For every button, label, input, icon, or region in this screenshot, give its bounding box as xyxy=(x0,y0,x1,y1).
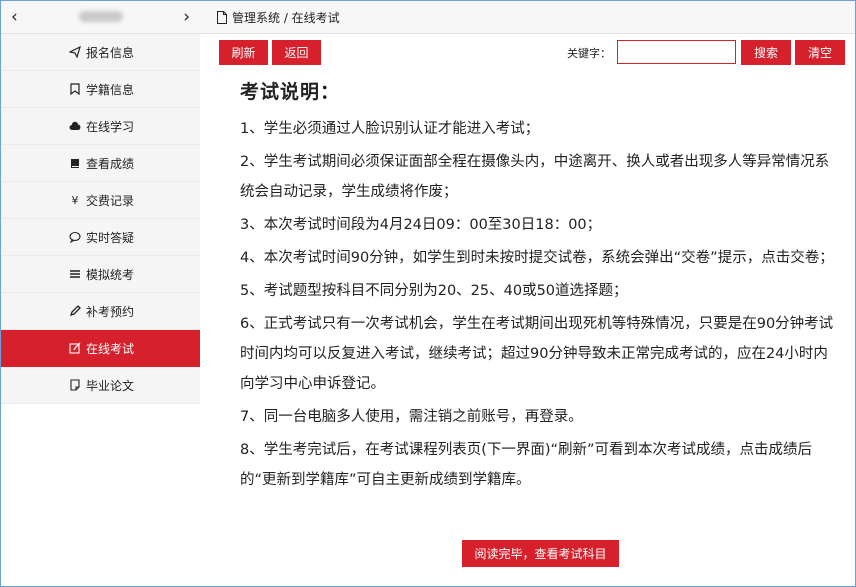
book-icon xyxy=(69,157,81,169)
cloud-icon xyxy=(69,120,81,132)
sidebar-item-registration[interactable]: 报名信息 xyxy=(1,34,200,71)
chevron-left-icon[interactable]: ‹ xyxy=(11,7,18,27)
list-icon xyxy=(69,268,81,280)
sidebar-item-student-status[interactable]: 学籍信息 xyxy=(1,71,200,108)
sidebar-item-online-exam[interactable]: 在线考试 xyxy=(1,330,200,367)
keyword-label: 关键字： xyxy=(567,47,611,60)
toolbar: 刷新 返回 关键字： 搜索 清空 xyxy=(200,34,855,66)
chevron-right-icon[interactable]: › xyxy=(183,7,190,27)
paper-plane-icon xyxy=(69,46,81,58)
breadcrumb: 管理系统 / 在线考试 xyxy=(200,1,855,34)
clear-button[interactable]: 清空 xyxy=(795,40,845,65)
instructions-title: 考试说明： xyxy=(240,81,341,103)
main-panel: 管理系统 / 在线考试 刷新 返回 关键字： 搜索 清空 考试说明： 1、学生必… xyxy=(200,1,855,586)
instruction-item: 1、学生必须通过人脸识别认证才能进入考试； xyxy=(240,121,540,137)
sidebar: ‹ › 报名信息 学籍信息 在线学习 查看成绩 ¥ 交费记录 实时答疑 模拟统考… xyxy=(1,1,200,586)
search-button[interactable]: 搜索 xyxy=(741,40,791,65)
sidebar-item-payment-records[interactable]: ¥ 交费记录 xyxy=(1,182,200,219)
sidebar-item-live-qa[interactable]: 实时答疑 xyxy=(1,219,200,256)
sidebar-item-view-grades[interactable]: 查看成绩 xyxy=(1,145,200,182)
bookmark-icon xyxy=(69,83,81,95)
edit-icon xyxy=(69,342,81,354)
instruction-item: 7、同一台电脑多人使用，需注销之前账号，再登录。 xyxy=(240,409,583,425)
sidebar-header: ‹ › xyxy=(1,1,200,34)
instruction-item: 2、学生考试期间必须保证面部全程在摄像头内，中途离开、换人或者出现多人等异常情况… xyxy=(240,154,830,200)
instruction-item: 5、考试题型按科目不同分别为20、25、40或50道选择题； xyxy=(240,283,628,299)
instruction-item: 4、本次考试时间90分钟，如学生到时未按时提交试卷，系统会弹出“交卷”提示，点击… xyxy=(240,250,834,266)
breadcrumb-text: 管理系统 / 在线考试 xyxy=(232,10,340,25)
sidebar-item-mock-exam[interactable]: 模拟统考 xyxy=(1,256,200,293)
exam-instructions: 考试说明： 1、学生必须通过人脸识别认证才能进入考试； 2、学生考试期间必须保证… xyxy=(240,77,840,495)
back-button[interactable]: 返回 xyxy=(272,40,321,65)
sidebar-menu: 报名信息 学籍信息 在线学习 查看成绩 ¥ 交费记录 实时答疑 模拟统考 补考预… xyxy=(1,34,200,404)
sidebar-item-makeup-exam[interactable]: 补考预约 xyxy=(1,293,200,330)
instruction-item: 3、本次考试时间段为4月24日09：00至30日18：00； xyxy=(240,217,602,233)
pencil-icon xyxy=(69,305,81,317)
chat-bubble-icon xyxy=(69,231,81,243)
user-name-blurred xyxy=(79,11,123,22)
sidebar-item-thesis[interactable]: 毕业论文 xyxy=(1,367,200,404)
yen-icon: ¥ xyxy=(71,193,79,207)
note-icon xyxy=(69,379,81,391)
read-complete-button[interactable]: 阅读完毕，查看考试科目 xyxy=(462,540,619,567)
keyword-input[interactable] xyxy=(617,40,736,64)
document-icon xyxy=(216,10,228,24)
refresh-button[interactable]: 刷新 xyxy=(219,40,268,65)
sidebar-item-online-learning[interactable]: 在线学习 xyxy=(1,108,200,145)
instruction-item: 8、学生考完试后，在考试课程列表页(下一界面)“刷新”可看到本次考试成绩，点击成… xyxy=(240,442,813,488)
instruction-item: 6、正式考试只有一次考试机会，学生在考试期间出现死机等特殊情况，只要是在90分钟… xyxy=(240,316,834,392)
